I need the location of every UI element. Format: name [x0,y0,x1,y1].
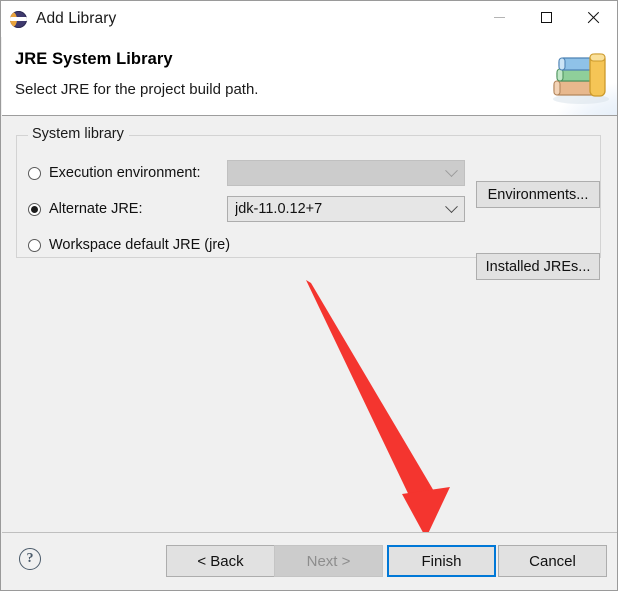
execution-environment-combo[interactable] [227,160,465,186]
minimize-button[interactable] [476,1,523,33]
group-legend: System library [28,126,129,142]
radio-button-icon [28,202,41,216]
page-title: JRE System Library [15,50,173,68]
radio-workspace-default-jre[interactable]: Workspace default JRE (jre) [28,230,230,260]
radio-alternate-jre[interactable]: Alternate JRE: [28,194,143,224]
row-execution-environment: Execution environment: Environments... [17,158,600,208]
books-stack-icon [553,53,609,104]
back-button[interactable]: < Back [166,545,275,577]
eclipse-logo-icon [10,10,27,28]
finish-button[interactable]: Finish [387,545,496,577]
radio-label: Execution environment: [49,165,201,181]
row-alternate-jre: Alternate JRE: jdk-11.0.12+7 Installed J… [17,194,600,280]
combo-value: jdk-11.0.12+7 [235,201,323,217]
row-workspace-default-jre: Workspace default JRE (jre) [17,230,600,260]
radio-execution-environment[interactable]: Execution environment: [28,158,201,188]
maximize-icon [541,11,552,23]
page-description: Select JRE for the project build path. [15,81,259,98]
close-button[interactable] [570,1,617,33]
window-title: Add Library [36,10,117,27]
radio-button-icon [28,238,41,252]
header-banner [540,37,617,115]
system-library-group: System library Execution environment: En… [16,126,601,280]
title-bar: Add Library [1,1,617,37]
next-button: Next > [274,545,383,577]
window-controls [476,1,617,37]
radio-label: Alternate JRE: [49,201,143,217]
radio-button-icon [28,166,41,180]
title-bar-left: Add Library [1,10,476,28]
cancel-button[interactable]: Cancel [498,545,607,577]
wizard-header: JRE System Library Select JRE for the pr… [2,37,617,116]
chevron-down-icon [438,161,464,185]
close-icon [587,11,600,24]
dialog-footer: ? < Back Next > Finish Cancel [2,532,617,590]
maximize-button[interactable] [523,1,570,33]
help-question-icon[interactable]: ? [19,548,41,570]
add-library-dialog: Add Library JRE System Library Select JR… [0,0,618,591]
alternate-jre-combo[interactable]: jdk-11.0.12+7 [227,196,465,222]
dialog-body: System library Execution environment: En… [2,117,617,532]
chevron-down-icon [438,197,464,221]
minimize-icon [494,16,505,18]
radio-label: Workspace default JRE (jre) [49,237,231,253]
